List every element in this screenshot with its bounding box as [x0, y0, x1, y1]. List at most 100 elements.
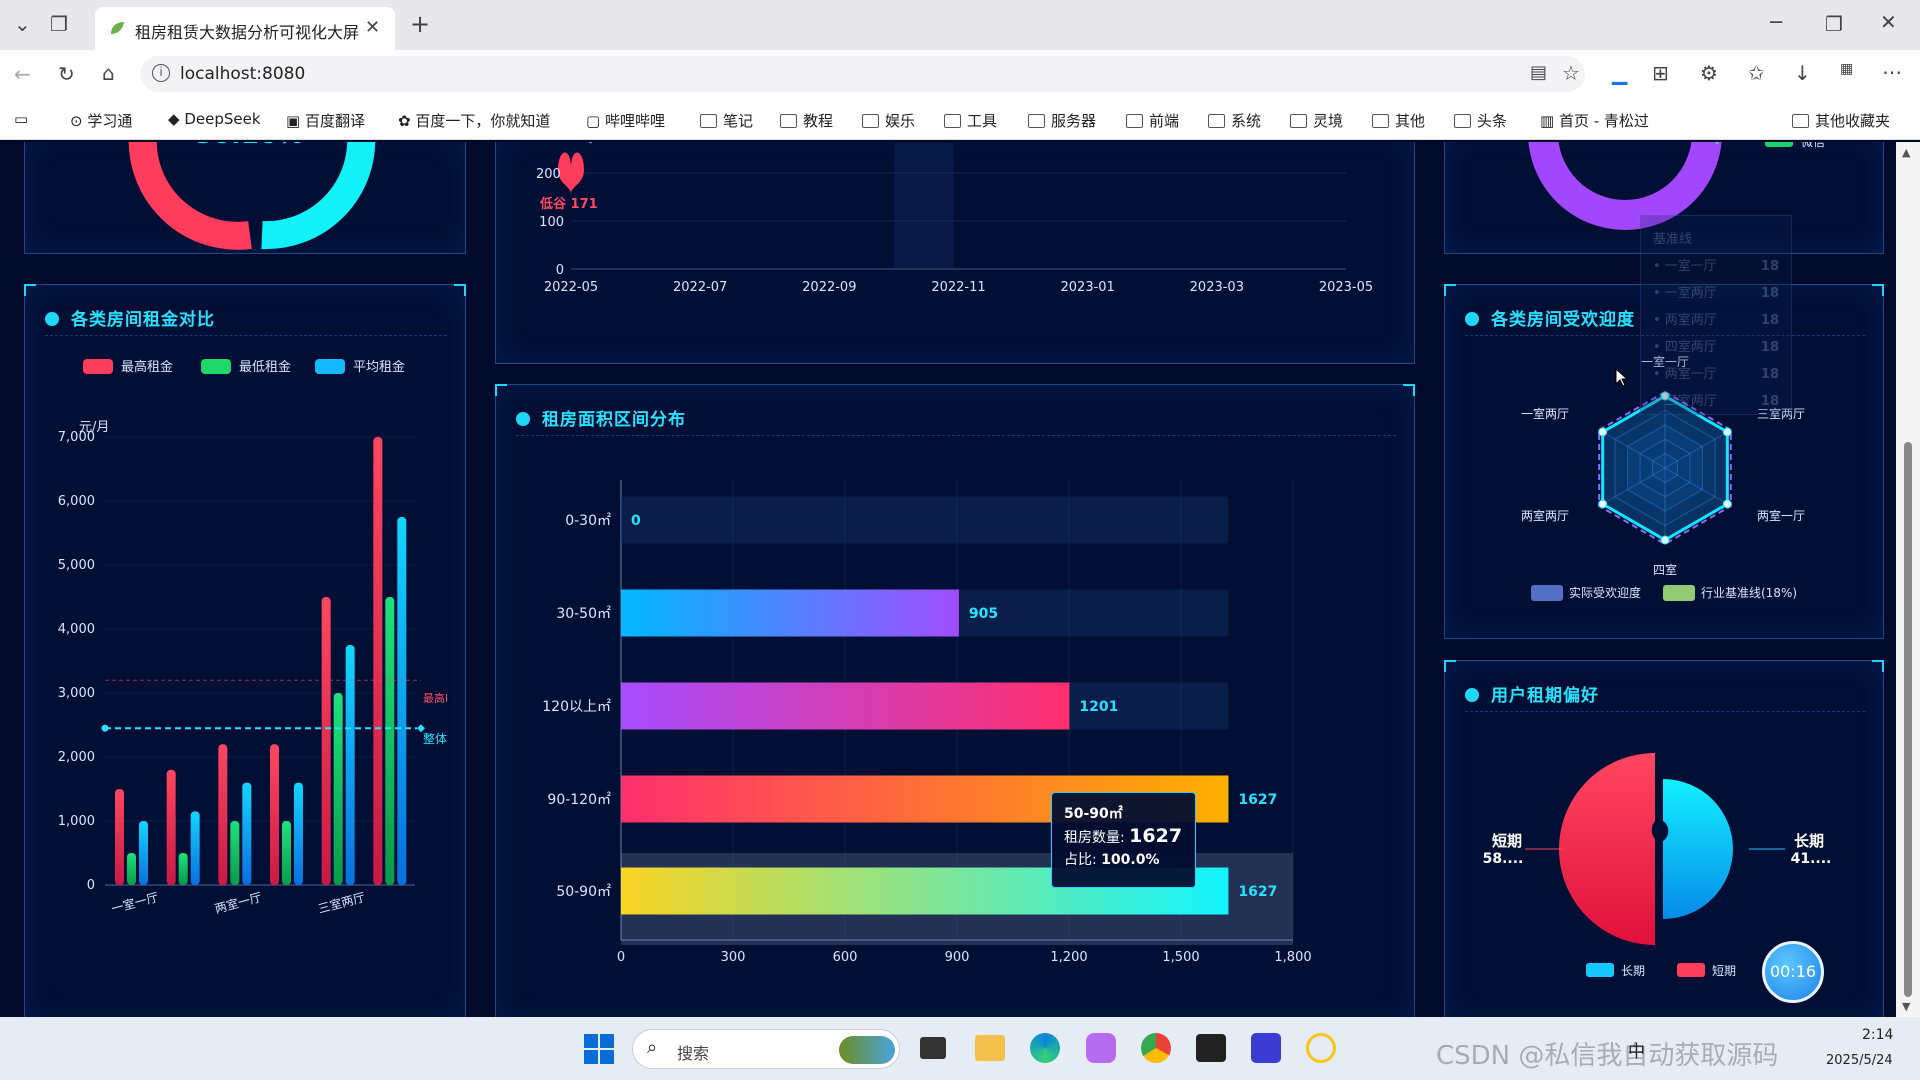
reload-icon[interactable]: ↻ — [58, 62, 75, 86]
url-field[interactable]: i localhost:8080 — [140, 56, 1585, 92]
legend-swatch — [201, 359, 231, 374]
restore-icon[interactable]: ❐ — [1825, 12, 1843, 36]
menu-icon[interactable]: ⋯ — [1882, 60, 1902, 84]
bookmark-item[interactable]: ⊙ 学习通 — [70, 110, 132, 131]
taskbar-search[interactable]: ⌕ 搜索 — [632, 1029, 900, 1069]
markline-avg-end — [417, 724, 425, 733]
scroll-down-icon[interactable]: ▼ — [1902, 1000, 1910, 1013]
bookmark-folder[interactable]: 娱乐 — [862, 110, 915, 131]
top-left-panel: 50.16% — [24, 142, 466, 254]
rent-chart: 元/月 最高l 整体 最高租金 最低租金 平均租金7,0006,0005,0004,… — [58, 359, 448, 916]
clock-date[interactable]: 2025/5/24 — [1826, 1053, 1893, 1068]
extensions-icon[interactable]: ⚙ — [1700, 61, 1718, 85]
timeline-chart: 200 低谷 171 100 0 2022-05 2022-07 2022-09 20… — [536, 142, 1373, 295]
ime-indicator[interactable]: 中 — [1628, 1037, 1645, 1062]
legend-text: 最低租金 — [239, 359, 291, 375]
bookmark-item[interactable]: ▢ 哔哩哔哩 — [586, 110, 665, 131]
translate-icon[interactable]: ⊞ — [1652, 61, 1669, 85]
rent-bar — [139, 821, 148, 885]
bookmark-item[interactable]: ◆ DeepSeek — [168, 110, 261, 128]
legend-swatch — [1677, 963, 1705, 977]
chrome-icon[interactable] — [1141, 1033, 1171, 1063]
pin-value: 200 — [536, 167, 561, 182]
new-tab-icon[interactable]: + — [410, 10, 430, 38]
app-icon[interactable] — [1086, 1033, 1116, 1063]
rent-bar — [218, 744, 228, 885]
windows-start-icon[interactable] — [584, 1034, 614, 1064]
bookmark-item[interactable]: ▣ 百度翻译 — [286, 110, 365, 131]
radar-point — [1598, 427, 1608, 437]
search-icon: ⌕ — [647, 1037, 658, 1058]
csdn-watermark: CSDN @私信我自动获取源码 — [1436, 1041, 1779, 1071]
baseline-row: • 两室一厅 18 — [1653, 361, 1779, 388]
extension-icon[interactable]: ▁ — [1612, 61, 1627, 85]
page-scrollbar[interactable]: ▲ ▼ — [1896, 142, 1920, 1017]
back-icon[interactable]: ← — [14, 62, 31, 86]
bookmark-folder[interactable]: 头条 — [1454, 110, 1507, 131]
bookmark-folder[interactable]: 前端 — [1126, 110, 1179, 131]
timer-button[interactable]: 00:16 — [1762, 941, 1824, 1003]
rent-bar — [282, 821, 291, 885]
reader-icon[interactable]: ▤ — [1530, 62, 1547, 83]
bookmark-folder[interactable]: 笔记 — [700, 110, 753, 131]
timeline-highlight — [894, 143, 954, 268]
bookmark-folder[interactable]: 服务器 — [1028, 110, 1096, 131]
url-text: localhost:8080 — [180, 64, 306, 84]
baseline-title: 基准线 — [1653, 232, 1693, 247]
baseline-row-value: 18 — [1760, 313, 1779, 328]
info-icon[interactable]: i — [152, 64, 170, 82]
scroll-thumb[interactable] — [1904, 442, 1912, 997]
markline-max-label: 最高l — [423, 691, 448, 705]
edge-browser-icon[interactable] — [1030, 1033, 1060, 1063]
tooltip-count: 1627 — [1129, 825, 1183, 847]
bookmark-item[interactable]: ✿ 百度一下，你就知道 — [398, 110, 550, 131]
download-icon[interactable]: ↓ — [1794, 61, 1811, 85]
rent-bar — [270, 744, 279, 885]
bookmark-folder[interactable]: 其他 — [1372, 110, 1425, 131]
bookmark-folder[interactable]: 工具 — [944, 110, 997, 131]
bookmark-folder[interactable]: 系统 — [1208, 110, 1261, 131]
app-icon[interactable] — [1306, 1033, 1336, 1063]
radar-point — [1660, 535, 1670, 545]
bookmarks-bar: ▭ ⊙ 学习通 ◆ DeepSeek ▣ 百度翻译 ✿ 百度一下，你就知道 ▢ … — [0, 100, 1920, 140]
tooltip-title: 50-90㎡ — [1064, 806, 1123, 822]
legend-swatch — [1531, 585, 1563, 601]
leaf-favicon-icon — [111, 22, 124, 34]
workspaces-icon[interactable]: ❐ — [50, 12, 68, 36]
x-ticks: 2022-05 2022-07 2022-09 2022-11 2023-01 2023-… — [544, 280, 1373, 295]
legend-swatch — [1586, 963, 1614, 977]
address-bar: ← ↻ ⌂ i localhost:8080 ▤ ☆ ▁ ⊞ ⚙ ✩ ↓ ▦ ⋯ — [0, 50, 1920, 100]
profile-icon[interactable]: ▦ — [1840, 61, 1853, 77]
favorites-icon[interactable]: ✩ — [1748, 61, 1765, 85]
legend-text: 最高租金 — [121, 359, 173, 375]
bookmark-folder-other[interactable]: 其他收藏夹 — [1792, 110, 1890, 131]
ide-icon[interactable] — [1251, 1033, 1281, 1063]
bookmark-folder[interactable]: 教程 — [780, 110, 833, 131]
minimize-icon[interactable]: ─ — [1770, 10, 1782, 34]
close-tab-icon[interactable]: ✕ — [365, 17, 380, 38]
home-icon[interactable]: ⌂ — [102, 61, 115, 85]
lease-panel: 用户租期偏好 短期 58.... 长期 41.... 长期 短期 00:16 — [1444, 660, 1884, 1017]
tooltip-ratio-label: 占比: — [1064, 852, 1097, 868]
clock-time[interactable]: 2:14 — [1862, 1027, 1893, 1043]
tab-list-icon[interactable]: ⌄ — [14, 12, 31, 36]
tab-title: 租房租赁大数据分析可视化大屏 — [135, 23, 360, 42]
pie-slice-short — [1559, 753, 1655, 945]
bookmark-item[interactable]: ▥ 首页 - 青松过 — [1540, 110, 1649, 131]
rent-bar — [242, 782, 252, 885]
task-view-icon[interactable] — [920, 1037, 946, 1059]
rent-bar — [345, 645, 355, 885]
timeline-panel: 200 低谷 171 100 0 2022-05 2022-07 2022-09 20… — [495, 142, 1415, 364]
terminal-icon[interactable] — [1196, 1034, 1226, 1062]
bookmark-folder[interactable]: 灵境 — [1290, 110, 1343, 131]
browser-tab[interactable]: 租房租赁大数据分析可视化大屏 ✕ — [95, 7, 395, 50]
baseline-row: • 四室两厅 18 — [1653, 334, 1779, 361]
favorite-star-icon[interactable]: ☆ — [1562, 61, 1580, 85]
legend-swatch — [83, 359, 113, 374]
file-explorer-icon[interactable] — [975, 1035, 1005, 1061]
bookmarks-toggle-icon[interactable]: ▭ — [14, 110, 28, 128]
x-tick: 2022-09 — [802, 280, 856, 295]
legend-swatch — [1663, 585, 1695, 601]
close-window-icon[interactable]: ✕ — [1880, 10, 1897, 34]
scroll-up-icon[interactable]: ▲ — [1902, 146, 1910, 159]
